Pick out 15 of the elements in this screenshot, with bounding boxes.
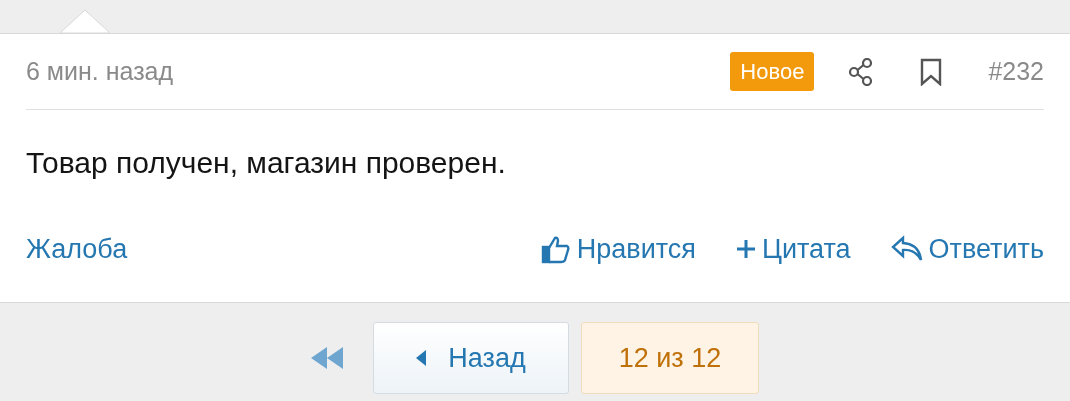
bookmark-icon[interactable] <box>920 57 943 86</box>
previous-button[interactable]: Назад <box>373 322 569 394</box>
post-message: Товар получен, магазин проверен. <box>26 145 507 181</box>
plus-icon <box>735 239 756 260</box>
share-icon[interactable] <box>848 57 875 86</box>
current-page: 12 из 12 <box>581 322 759 394</box>
reply-link[interactable]: Ответить <box>890 229 1044 270</box>
quote-link[interactable]: Цитата <box>735 229 851 270</box>
new-badge: Новое <box>730 52 815 91</box>
thumbs-up-icon <box>540 234 571 265</box>
caret-left-icon <box>416 350 427 366</box>
post-time: 6 мин. назад <box>26 55 174 87</box>
post-number[interactable]: #232 <box>988 52 1044 91</box>
report-link[interactable]: Жалоба <box>26 229 128 270</box>
like-link[interactable]: Нравится <box>540 229 696 270</box>
